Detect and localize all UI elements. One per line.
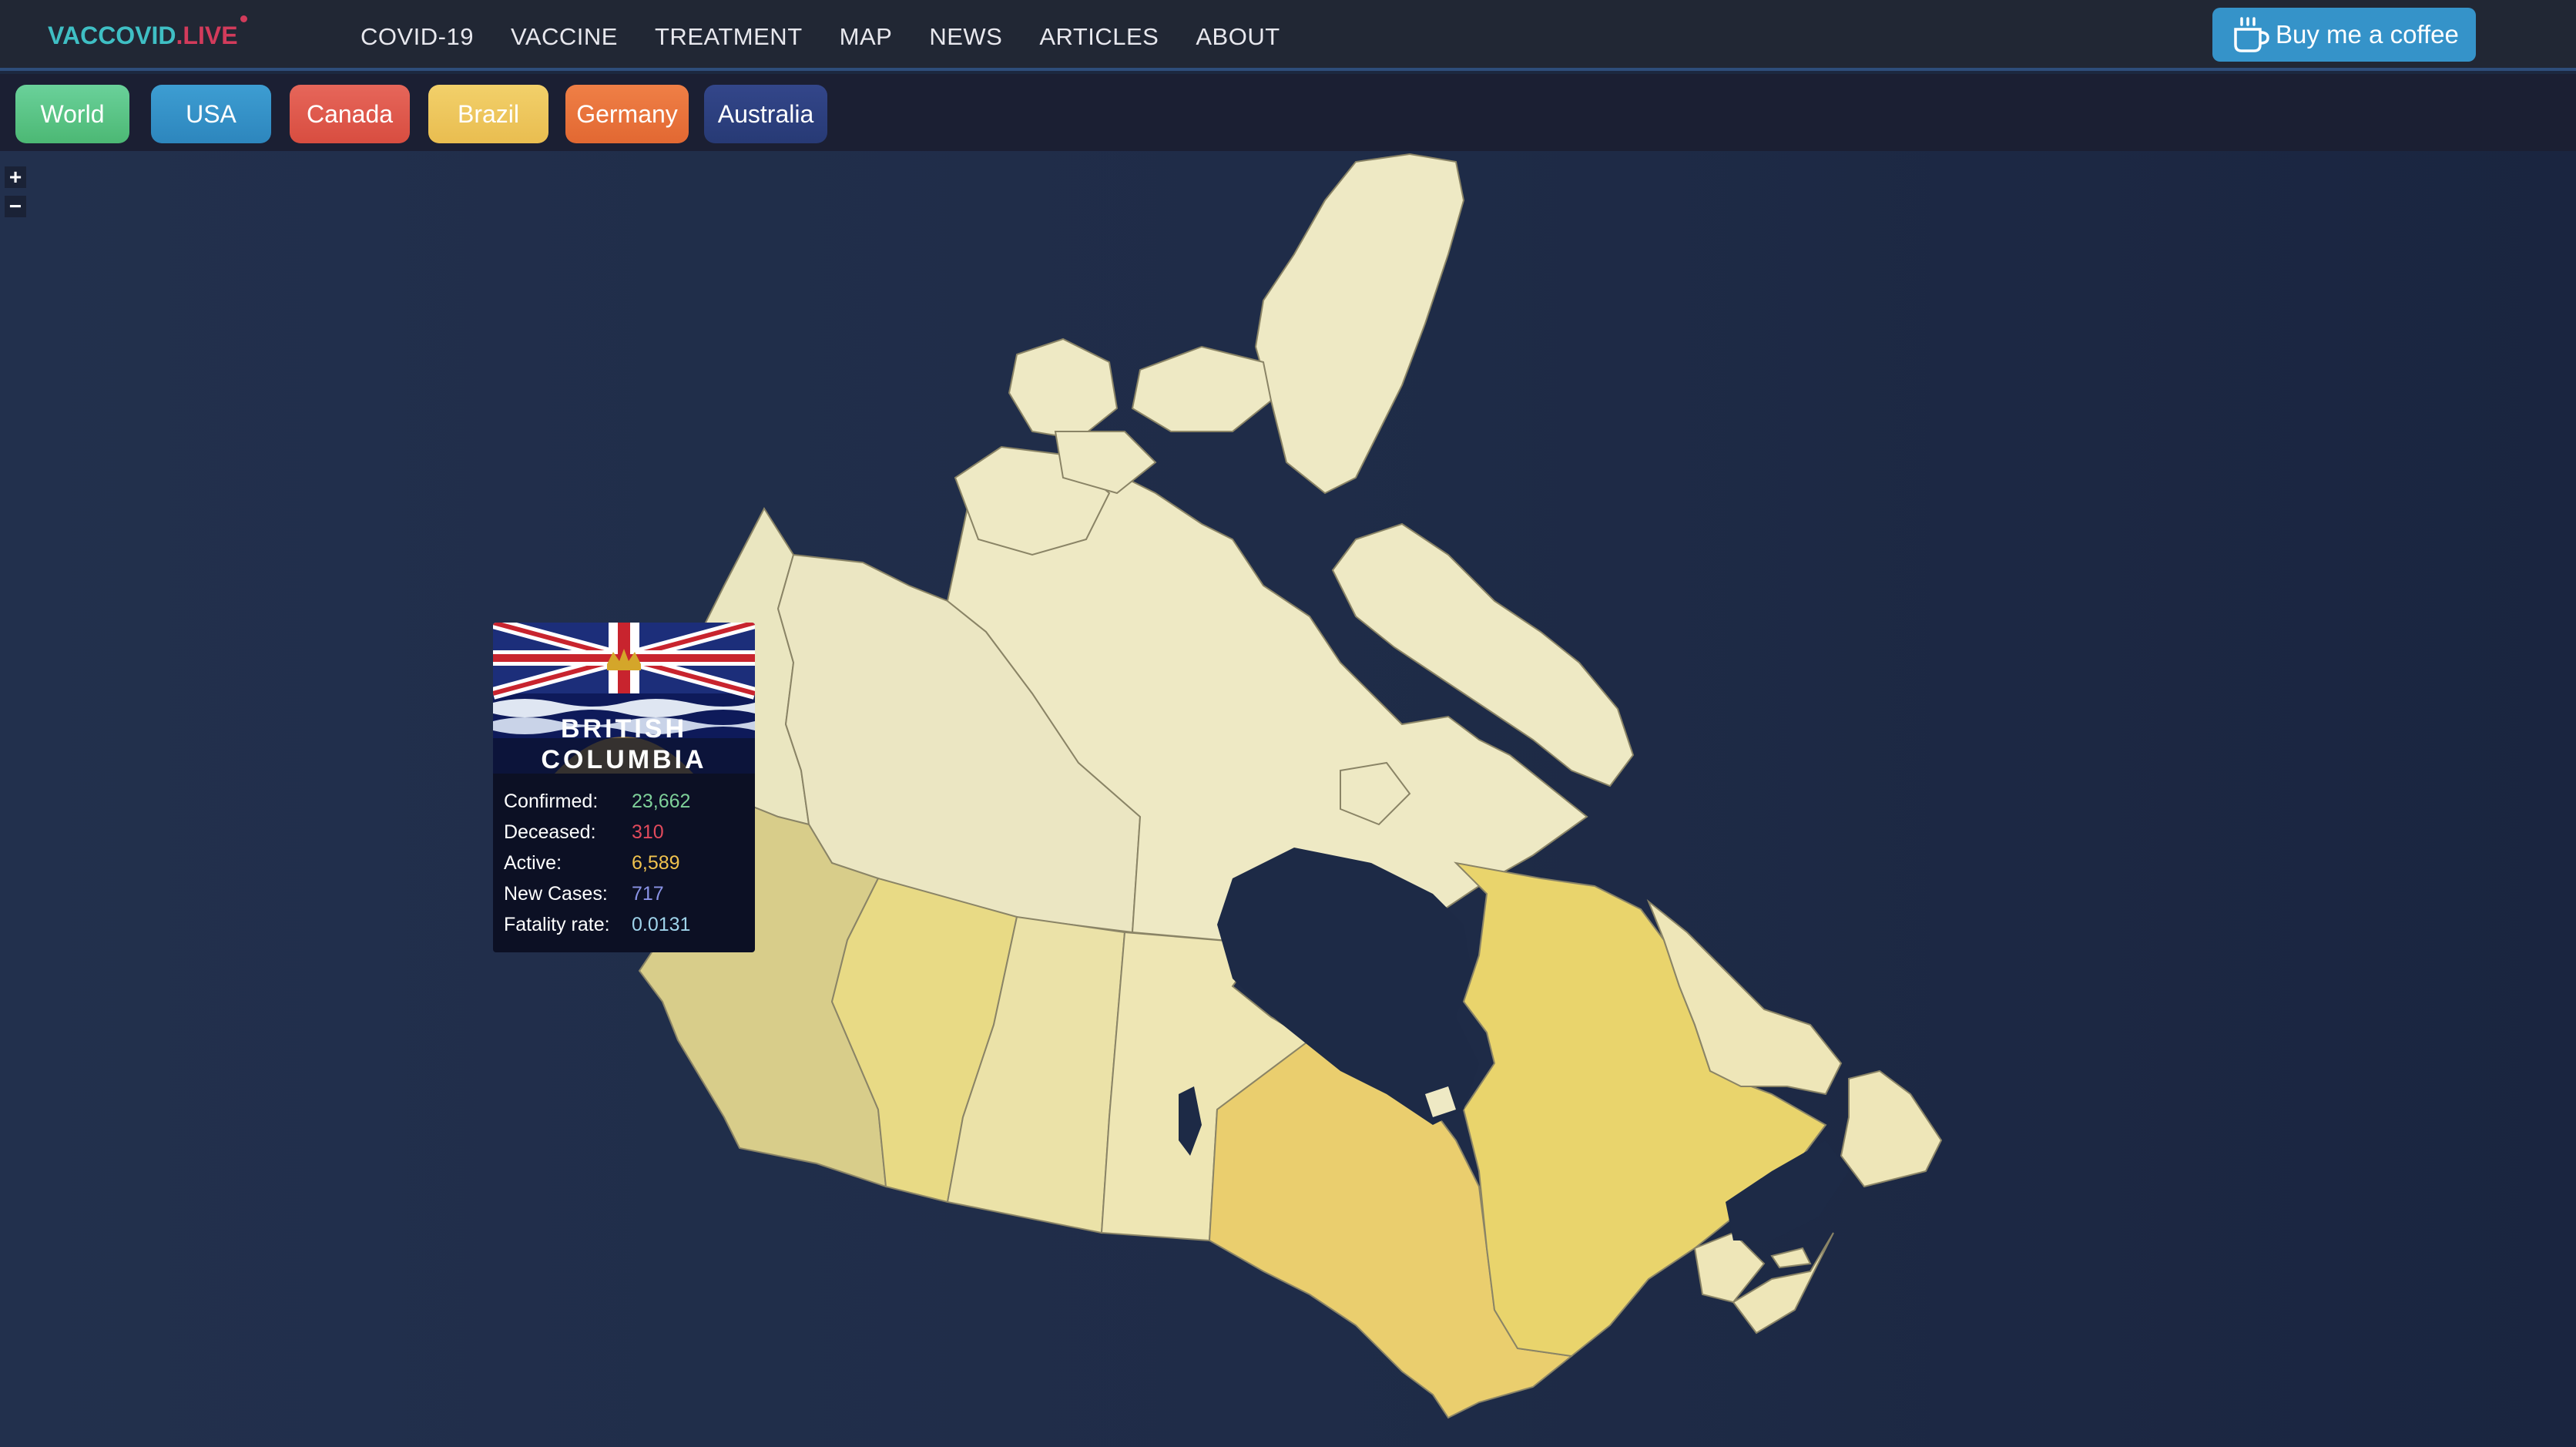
country-button-canada[interactable]: Canada xyxy=(290,85,410,143)
nav-link-treatment[interactable]: TREATMENT xyxy=(655,20,803,54)
tooltip-row-fatality-rate: Fatality rate: 0.0131 xyxy=(504,909,690,940)
map-area[interactable]: + − BRITISH COLUMBIA Confirmed: 23,662 D… xyxy=(0,151,2576,1447)
tooltip-value-fatality-rate: 0.0131 xyxy=(632,913,691,935)
tooltip-value-active: 6,589 xyxy=(632,851,680,874)
tooltip-label: Deceased: xyxy=(504,821,596,843)
tooltip-title-line2: COLUMBIA xyxy=(541,745,707,774)
tooltip-stats: Confirmed: 23,662 Deceased: 310 Active: … xyxy=(504,786,690,940)
nav-link-covid19[interactable]: COVID-19 xyxy=(361,20,474,54)
island-newfoundland[interactable] xyxy=(1840,1069,1943,1188)
country-button-germany[interactable]: Germany xyxy=(565,85,689,143)
logo-text-suffix: .LIVE xyxy=(176,22,238,49)
country-button-brazil[interactable]: Brazil xyxy=(428,85,548,143)
top-navbar: VACCOVID.LIVE COVID-19 VACCINE TREATMENT… xyxy=(0,0,2576,71)
nav-link-vaccine[interactable]: VACCINE xyxy=(511,20,618,54)
tooltip-title-line1: BRITISH xyxy=(561,714,687,744)
tooltip-label: New Cases: xyxy=(504,882,608,905)
nav-link-about[interactable]: ABOUT xyxy=(1196,20,1280,54)
tooltip-label: Fatality rate: xyxy=(504,913,610,935)
tooltip-row-confirmed: Confirmed: 23,662 xyxy=(504,786,690,817)
country-selector-bar: World USA Canada Brazil Germany Australi… xyxy=(0,74,2576,151)
coffee-cup-icon xyxy=(2234,17,2269,52)
country-button-world[interactable]: World xyxy=(15,85,129,143)
tooltip-value-confirmed: 23,662 xyxy=(632,790,691,812)
tooltip-row-active: Active: 6,589 xyxy=(504,848,690,878)
island-banks[interactable] xyxy=(1008,337,1119,441)
tooltip-label: Confirmed: xyxy=(504,790,599,812)
nav-link-articles[interactable]: ARTICLES xyxy=(1039,20,1159,54)
tooltip-label: Active: xyxy=(504,851,562,874)
tooltip-value-new-cases: 717 xyxy=(632,882,664,905)
province-tooltip: BRITISH COLUMBIA Confirmed: 23,662 Decea… xyxy=(493,623,755,952)
tooltip-value-deceased: 310 xyxy=(632,821,664,843)
nav-link-map[interactable]: MAP xyxy=(840,20,893,54)
buy-coffee-label: Buy me a coffee xyxy=(2276,20,2459,49)
tooltip-row-new-cases: New Cases: 717 xyxy=(504,878,690,909)
island-ellesmere[interactable] xyxy=(1254,153,1465,495)
main-nav: COVID-19 VACCINE TREATMENT MAP NEWS ARTI… xyxy=(361,20,1317,54)
country-button-australia[interactable]: Australia xyxy=(704,85,827,143)
buy-coffee-button[interactable]: Buy me a coffee xyxy=(2212,8,2476,62)
nav-link-news[interactable]: NEWS xyxy=(929,20,1002,54)
island-devon[interactable] xyxy=(1131,345,1273,432)
tooltip-title: BRITISH COLUMBIA xyxy=(493,713,755,775)
canada-map xyxy=(638,153,1943,1419)
tooltip-row-deceased: Deceased: 310 xyxy=(504,817,690,848)
logo-text-main: VACCOVID xyxy=(48,22,176,49)
province-prince-edward-island[interactable] xyxy=(1770,1247,1812,1269)
country-button-usa[interactable]: USA xyxy=(151,85,271,143)
logo-dot-icon xyxy=(240,15,247,22)
site-logo[interactable]: VACCOVID.LIVE xyxy=(48,15,247,54)
